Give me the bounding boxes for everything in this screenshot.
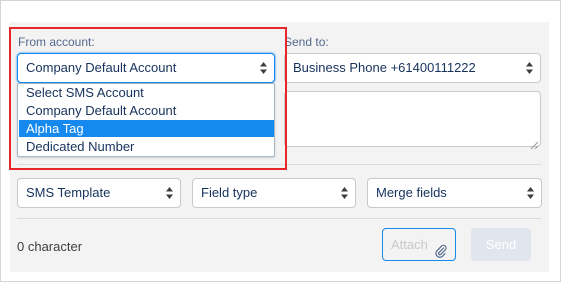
annotation-highlight-box [9,27,287,170]
divider [17,218,541,219]
send-to-selected-value: Business Phone +61400111222 [293,60,476,75]
merge-fields-value: Merge fields [376,185,447,200]
select-arrows-icon [526,62,533,74]
select-arrows-icon [166,187,173,199]
resize-grip-icon[interactable] [530,136,539,150]
select-arrows-icon [341,187,348,199]
sms-template-value: SMS Template [26,185,111,200]
field-type-select[interactable]: Field type [192,178,356,208]
paperclip-icon [435,238,447,258]
send-button[interactable]: Send [471,228,531,261]
character-count: 0 character [17,239,83,254]
send-to-select[interactable]: Business Phone +61400111222 [284,53,541,83]
message-textarea[interactable] [284,91,541,150]
attach-button-label: Attach [391,237,428,252]
merge-fields-select[interactable]: Merge fields [367,178,542,208]
attach-button[interactable]: Attach [382,228,456,261]
field-type-value: Field type [201,185,258,200]
sms-template-select[interactable]: SMS Template [17,178,181,208]
select-arrows-icon [527,187,534,199]
send-to-label: Send to: [284,35,329,49]
